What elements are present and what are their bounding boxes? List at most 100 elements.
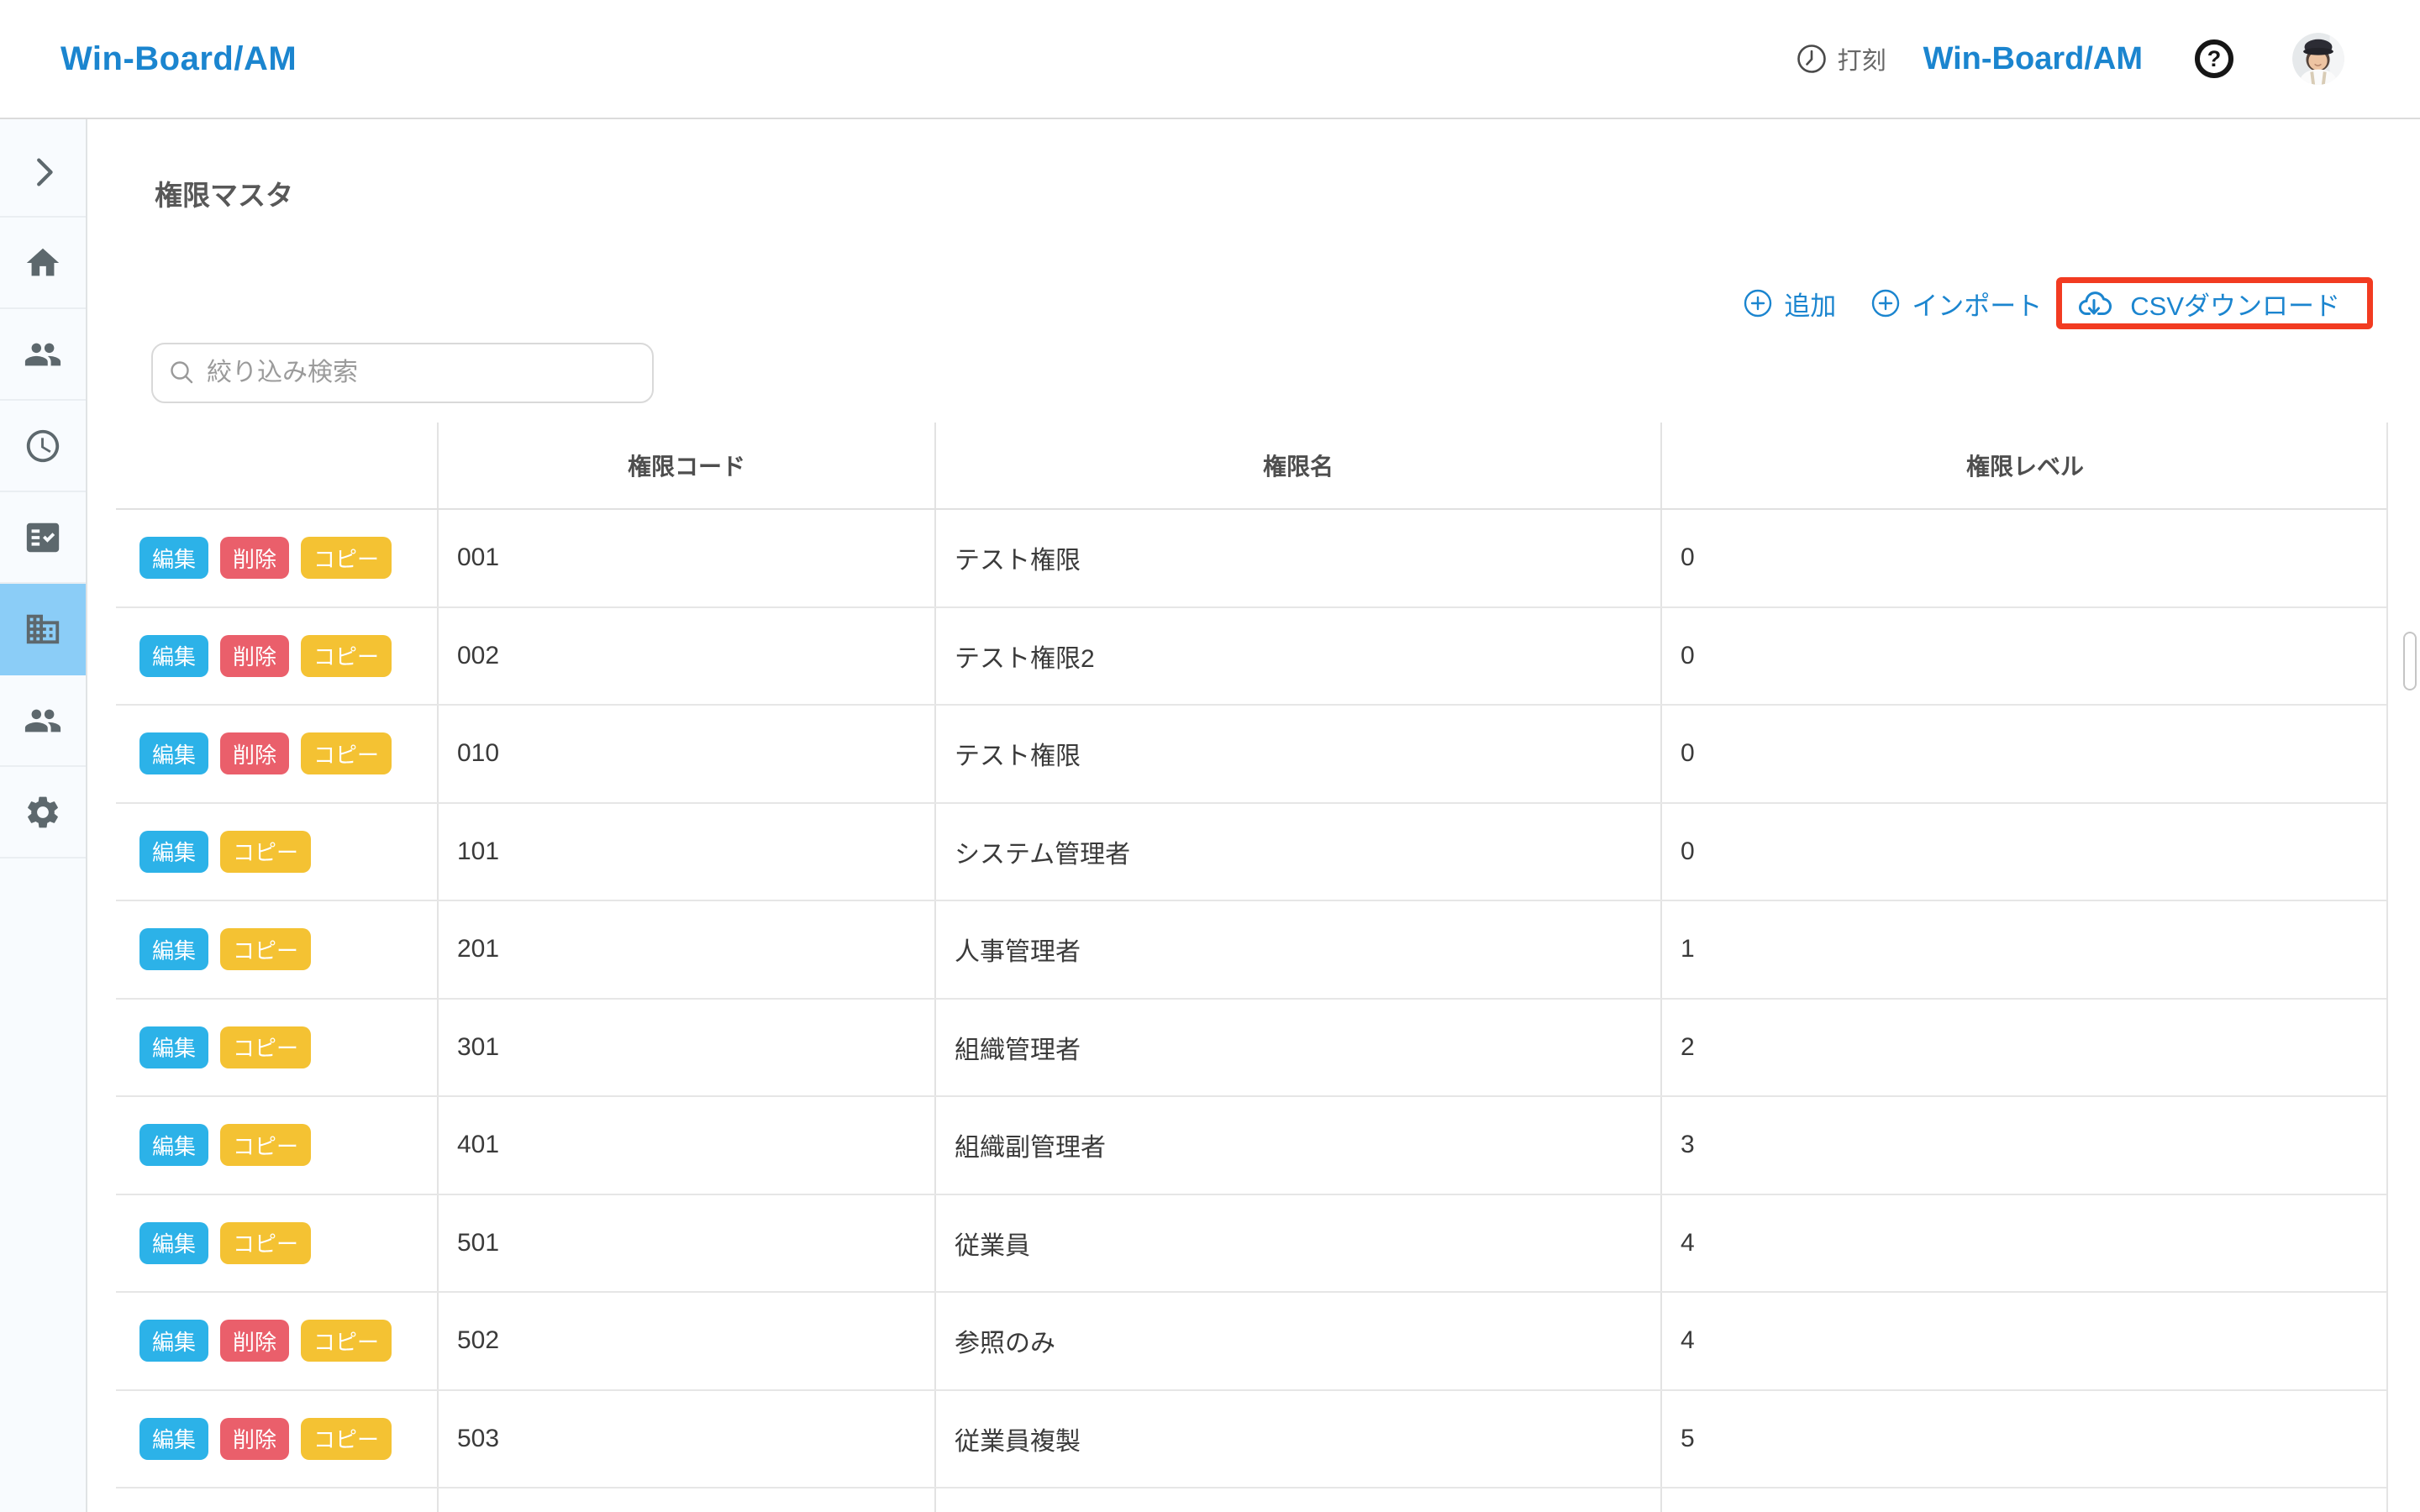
row-actions-cell: 編集コピー [116,1097,437,1194]
table-row: 編集削除コピー 502 参照のみ 4 [116,1293,2386,1391]
row-level-cell: 1 [1660,901,2388,998]
vertical-scrollbar-thumb[interactable] [2403,632,2417,690]
row-name-cell: テスト権限2 [934,608,1660,705]
edit-button[interactable]: 編集 [139,537,208,579]
copy-button[interactable]: コピー [220,928,311,970]
copy-button[interactable]: コピー [220,1222,311,1264]
row-level-cell: 0 [1660,706,2388,802]
sidebar-item-settings[interactable] [0,767,86,858]
edit-button[interactable]: 編集 [139,1026,208,1068]
edit-button[interactable]: 編集 [139,831,208,873]
sidebar-item-attendance[interactable] [0,401,86,492]
row-name-cell: システム管理者 [934,804,1660,900]
edit-button[interactable]: 編集 [139,732,208,774]
copy-button[interactable]: コピー [220,831,311,873]
delete-button[interactable]: 削除 [220,732,289,774]
edit-button[interactable]: 編集 [139,1418,208,1460]
copy-button[interactable]: コピー [220,1026,311,1068]
edit-button[interactable]: 編集 [139,928,208,970]
chevron-right-icon [24,152,62,191]
table-row: 編集削除コピー 001 テスト権限 0 [116,510,2386,608]
import-label: インポート [1912,285,2042,323]
app-logo-right[interactable]: Win-Board/AM [1923,41,2143,77]
app-logo[interactable]: Win-Board/AM [60,40,297,78]
csv-label: CSVダウンロード [2130,285,2340,323]
edit-button[interactable]: 編集 [139,1320,208,1362]
search-icon [168,359,197,387]
delete-button[interactable]: 削除 [220,635,289,677]
row-level-cell: 0 [1660,804,2388,900]
row-name-cell: 組織管理者 [934,1000,1660,1096]
search-input[interactable] [207,359,637,387]
home-icon [24,244,62,282]
row-level-cell: 0 [1660,510,2388,606]
add-button[interactable]: 追加 [1744,285,1836,323]
table-header-row: 権限コード 権限名 権限レベル [116,423,2386,510]
header-code: 権限コード [437,423,934,508]
sidebar-item-organization[interactable] [0,584,86,675]
user-avatar[interactable] [2292,33,2344,85]
building-icon [24,610,62,648]
row-name-cell: 人事管理者 [934,901,1660,998]
sidebar-item-home[interactable] [0,218,86,309]
people-icon [24,335,62,374]
topbar-right: 打刻 Win-Board/AM ? [1796,33,2344,85]
sidebar-item-members[interactable] [0,309,86,401]
plus-circle-icon [1744,289,1772,318]
copy-button[interactable]: コピー [301,635,392,677]
row-actions-cell: 編集削除コピー [116,510,437,606]
edit-button[interactable]: 編集 [139,1124,208,1166]
row-code-cell: 101 [437,804,934,900]
row-code-cell: 501 [437,1195,934,1292]
row-level-cell: 2 [1660,1000,2388,1096]
copy-button[interactable]: コピー [301,1418,392,1460]
row-code-cell: 002 [437,608,934,705]
table-row: 編集コピー 101 システム管理者 0 [116,804,2386,902]
csv-download-button[interactable]: CSVダウンロード [2075,285,2340,323]
copy-button[interactable]: コピー [220,1124,311,1166]
copy-button[interactable]: コピー [301,732,392,774]
row-name-cell: 従業員複製 [934,1391,1660,1488]
permissions-table: 権限コード 権限名 権限レベル 編集削除コピー 001 テスト権限 0 編集削除… [116,423,2388,1512]
row-level-cell: 3 [1660,1097,2388,1194]
row-name-cell: 組織副管理者 [934,1097,1660,1194]
plus-circle-icon [1871,289,1900,318]
page-title: 権限マスタ [155,173,293,213]
row-level-cell: 4 [1660,1195,2388,1292]
row-name-cell: テスト権限 [934,510,1660,606]
table-row: 編集コピー 501 従業員 4 [116,1195,2386,1294]
import-button[interactable]: インポート [1871,285,2042,323]
punch-clock-button[interactable]: 打刻 [1796,41,1886,76]
task-list-icon [24,518,62,557]
edit-button[interactable]: 編集 [139,1222,208,1264]
copy-button[interactable]: コピー [301,537,392,579]
edit-button[interactable]: 編集 [139,635,208,677]
table-row-partial [116,1488,2386,1512]
row-actions-cell: 編集コピー [116,901,437,998]
header-name: 権限名 [934,423,1660,508]
delete-button[interactable]: 削除 [220,537,289,579]
row-level-cell: 5 [1660,1391,2388,1488]
table-body: 編集削除コピー 001 テスト権限 0 編集削除コピー 002 テスト権限2 0… [116,510,2386,1488]
header-level: 権限レベル [1660,423,2388,508]
row-actions-cell: 編集削除コピー [116,1293,437,1389]
top-header: Win-Board/AM 打刻 Win-Board/AM ? [0,0,2420,119]
row-code-cell: 401 [437,1097,934,1194]
row-name-cell: テスト権限 [934,706,1660,802]
sidebar-item-users[interactable] [0,675,86,767]
delete-button[interactable]: 削除 [220,1418,289,1460]
add-label: 追加 [1784,285,1836,323]
app-window: Win-Board/AM 打刻 Win-Board/AM ? [0,0,2420,1512]
sidebar-item-approval[interactable] [0,492,86,584]
delete-button[interactable]: 削除 [220,1320,289,1362]
help-icon[interactable]: ? [2195,39,2233,78]
row-code-cell: 001 [437,510,934,606]
header-actions [116,423,437,508]
action-links-row: 追加 インポート CSVダウンロード [1744,277,2373,329]
sidebar-item-expand[interactable] [0,126,86,218]
row-code-cell: 301 [437,1000,934,1096]
row-code-cell: 503 [437,1391,934,1488]
csv-highlight-box: CSVダウンロード [2056,277,2373,329]
punch-label: 打刻 [1838,41,1886,76]
copy-button[interactable]: コピー [301,1320,392,1362]
